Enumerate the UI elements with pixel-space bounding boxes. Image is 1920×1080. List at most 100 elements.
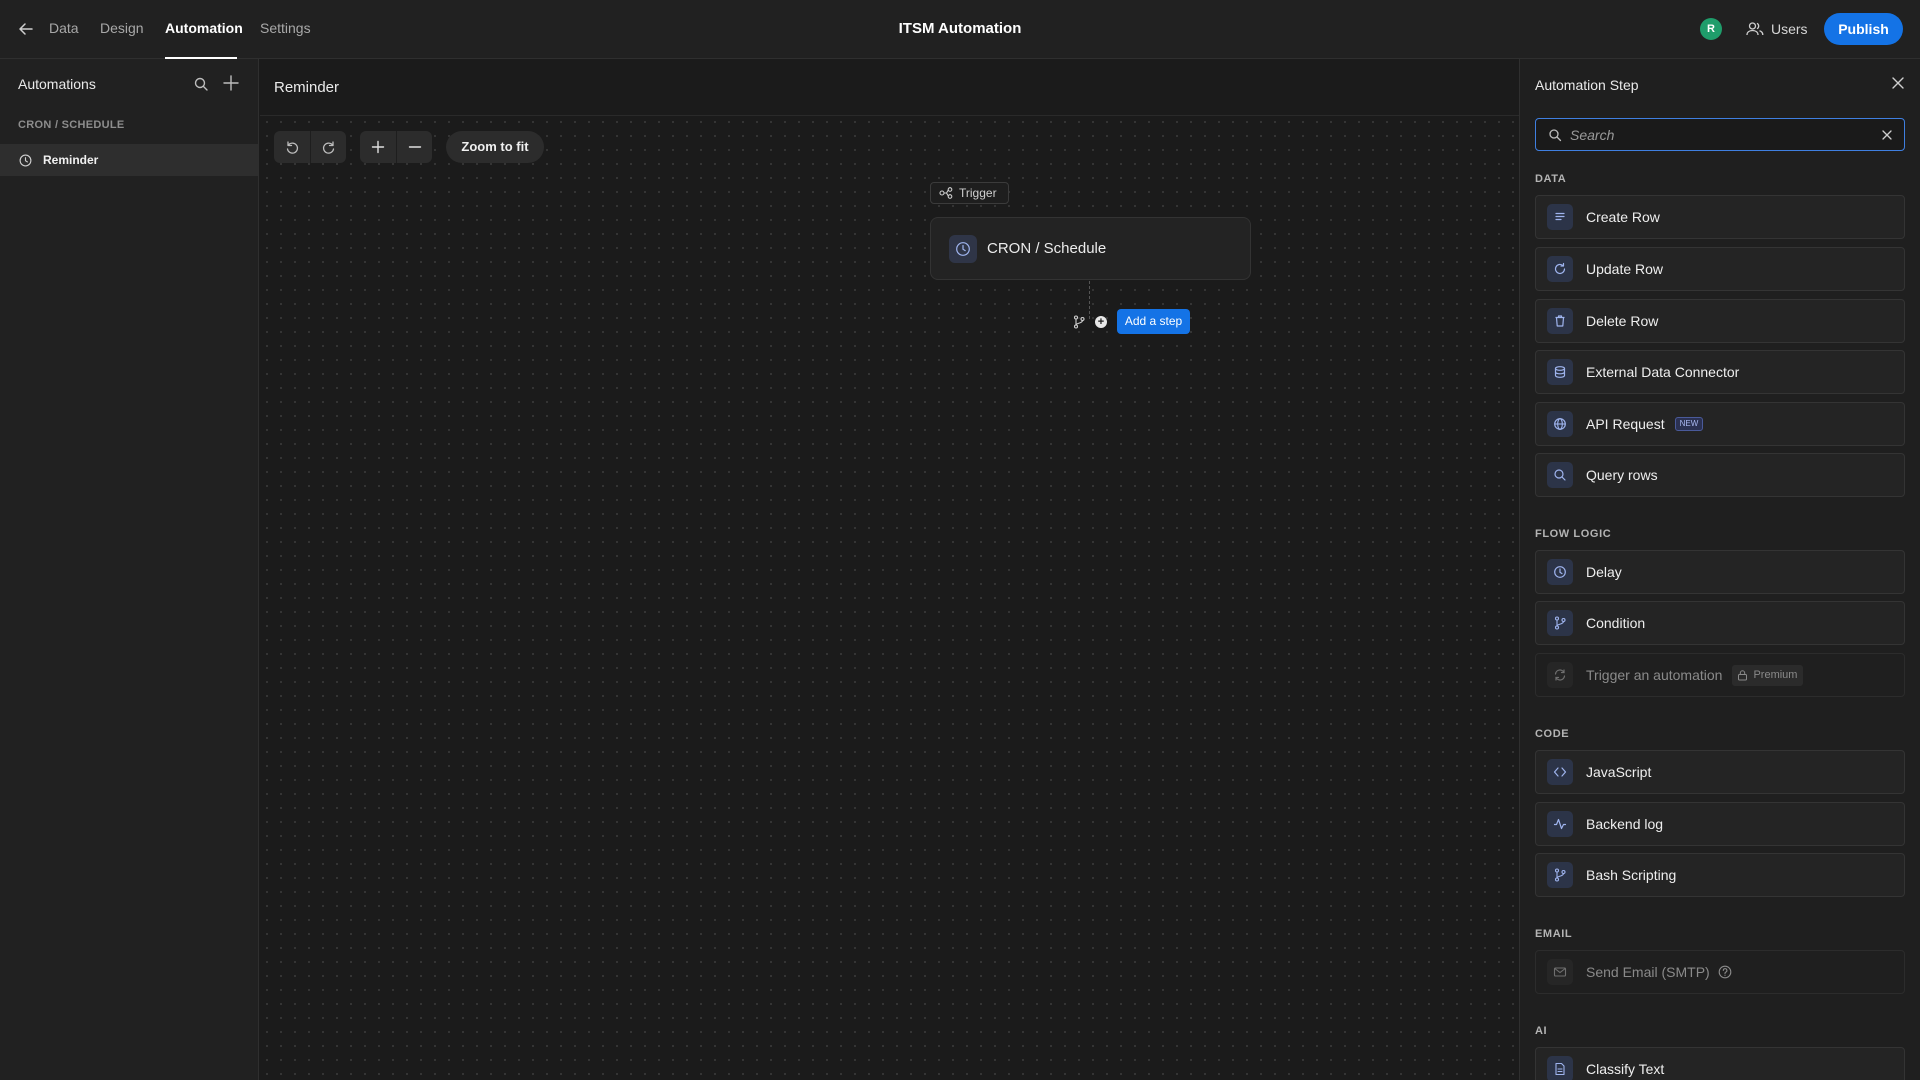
step-classify-text[interactable]: Classify Text	[1535, 1047, 1905, 1080]
tab-design[interactable]: Design	[100, 0, 144, 59]
step-label: Create Row	[1586, 209, 1660, 225]
zoom-out-button[interactable]	[396, 131, 432, 163]
plus-icon	[370, 139, 386, 155]
app-title: ITSM Automation	[898, 20, 1022, 37]
step-label: JavaScript	[1586, 764, 1652, 780]
step-trigger-an-automation: Trigger an automation Premium	[1535, 653, 1905, 697]
publish-button[interactable]: Publish	[1824, 13, 1903, 45]
search-input[interactable]	[1570, 125, 1870, 145]
section-data: DATA	[1535, 173, 1567, 185]
help-icon[interactable]	[1718, 965, 1732, 979]
panel-title: Automation Step	[1535, 77, 1639, 93]
section-flow-logic: FLOW LOGIC	[1535, 528, 1612, 540]
tab-settings[interactable]: Settings	[260, 0, 311, 59]
step-label: Update Row	[1586, 261, 1664, 277]
activity-icon	[1547, 811, 1573, 837]
step-update-row[interactable]: Update Row	[1535, 247, 1905, 291]
clock-icon	[1547, 559, 1573, 585]
section-code: CODE	[1535, 728, 1570, 740]
users-icon	[1746, 21, 1764, 37]
step-connector	[1089, 281, 1090, 319]
step-delete-row[interactable]: Delete Row	[1535, 299, 1905, 343]
clock-icon	[19, 154, 32, 167]
clear-search-icon[interactable]	[1881, 129, 1893, 141]
avatar[interactable]: R	[1700, 18, 1722, 40]
step-api-request[interactable]: API Request NEW	[1535, 402, 1905, 446]
globe-icon	[1547, 411, 1573, 437]
step-send-email-smtp: Send Email (SMTP)	[1535, 950, 1905, 994]
sidebar-item-reminder[interactable]: Reminder	[0, 144, 258, 176]
refresh-icon	[1547, 256, 1573, 282]
step-bash-scripting[interactable]: Bash Scripting	[1535, 853, 1905, 897]
step-condition[interactable]: Condition	[1535, 601, 1905, 645]
step-label: Delay	[1586, 564, 1622, 580]
undo-button[interactable]	[274, 131, 310, 163]
code-icon	[1547, 759, 1573, 785]
sidebar-item-label: Reminder	[43, 153, 99, 167]
minus-icon	[407, 139, 423, 155]
back-arrow-icon[interactable]	[16, 19, 36, 39]
step-label: Classify Text	[1586, 1061, 1665, 1077]
step-label: Query rows	[1586, 467, 1658, 483]
add-automation-icon[interactable]	[222, 74, 240, 92]
step-label: Backend log	[1586, 816, 1664, 832]
step-label: Send Email (SMTP)	[1586, 964, 1710, 980]
zoom-in-button[interactable]	[360, 131, 396, 163]
automation-title: Reminder	[274, 79, 340, 96]
premium-badge: Premium	[1732, 664, 1804, 686]
trigger-tag: Trigger	[930, 182, 1009, 204]
tab-data[interactable]: Data	[49, 0, 79, 59]
step-label: Delete Row	[1586, 313, 1659, 329]
section-email: EMAIL	[1535, 928, 1573, 940]
trigger-icon	[939, 187, 953, 199]
zoom-to-fit-button[interactable]: Zoom to fit	[446, 131, 544, 163]
redo-button[interactable]	[310, 131, 346, 163]
zoom-controls	[360, 131, 432, 163]
step-query-rows[interactable]: Query rows	[1535, 453, 1905, 497]
branch-icon	[1547, 610, 1573, 636]
step-label: API Request	[1586, 416, 1665, 432]
database-icon	[1547, 359, 1573, 385]
undo-icon	[284, 139, 300, 155]
step-label: External Data Connector	[1586, 364, 1740, 380]
users-label: Users	[1771, 21, 1808, 37]
lock-icon	[1737, 669, 1748, 681]
top-bar: Data Design Automation Settings ITSM Aut…	[0, 0, 1920, 59]
sidebar-section-heading: CRON / SCHEDULE	[18, 119, 125, 131]
tab-automation[interactable]: Automation	[165, 0, 243, 59]
create-row-icon	[1547, 204, 1573, 230]
step-delay[interactable]: Delay	[1535, 550, 1905, 594]
search-icon	[1547, 462, 1573, 488]
add-step-button[interactable]: Add a step	[1117, 309, 1190, 334]
trash-icon	[1547, 308, 1573, 334]
branch-icon[interactable]	[1072, 315, 1086, 329]
document-icon	[1547, 1056, 1573, 1080]
branch-icon	[1547, 862, 1573, 888]
add-step-plus-icon[interactable]: +	[1095, 316, 1107, 328]
users-button[interactable]: Users	[1746, 17, 1808, 41]
step-label: Condition	[1586, 615, 1646, 631]
search-icon	[1548, 128, 1562, 142]
step-search-field	[1535, 118, 1905, 151]
history-controls	[274, 131, 346, 163]
step-javascript[interactable]: JavaScript	[1535, 750, 1905, 794]
step-create-row[interactable]: Create Row	[1535, 195, 1905, 239]
step-backend-log[interactable]: Backend log	[1535, 802, 1905, 846]
step-label: Trigger an automation	[1586, 667, 1723, 683]
search-icon[interactable]	[193, 76, 209, 92]
step-label: Bash Scripting	[1586, 867, 1677, 883]
automation-step-panel: Automation Step DATA Create Row Update R…	[1519, 59, 1920, 1080]
refresh-icon	[1547, 662, 1573, 688]
automations-sidebar: Automations CRON / SCHEDULE Reminder	[0, 59, 259, 1080]
clock-icon	[949, 234, 977, 263]
premium-label: Premium	[1753, 669, 1798, 681]
trigger-tag-label: Trigger	[959, 186, 997, 200]
trigger-step-card[interactable]: CRON / Schedule	[930, 217, 1251, 280]
sidebar-title: Automations	[18, 76, 96, 92]
close-icon[interactable]	[1890, 75, 1906, 91]
automation-canvas[interactable]: Reminder Zoom to fit Trigger CRON / Sche…	[260, 59, 1519, 1080]
step-external-data-connector[interactable]: External Data Connector	[1535, 350, 1905, 394]
section-ai: AI	[1535, 1025, 1548, 1037]
redo-icon	[321, 139, 337, 155]
mail-icon	[1547, 959, 1573, 985]
